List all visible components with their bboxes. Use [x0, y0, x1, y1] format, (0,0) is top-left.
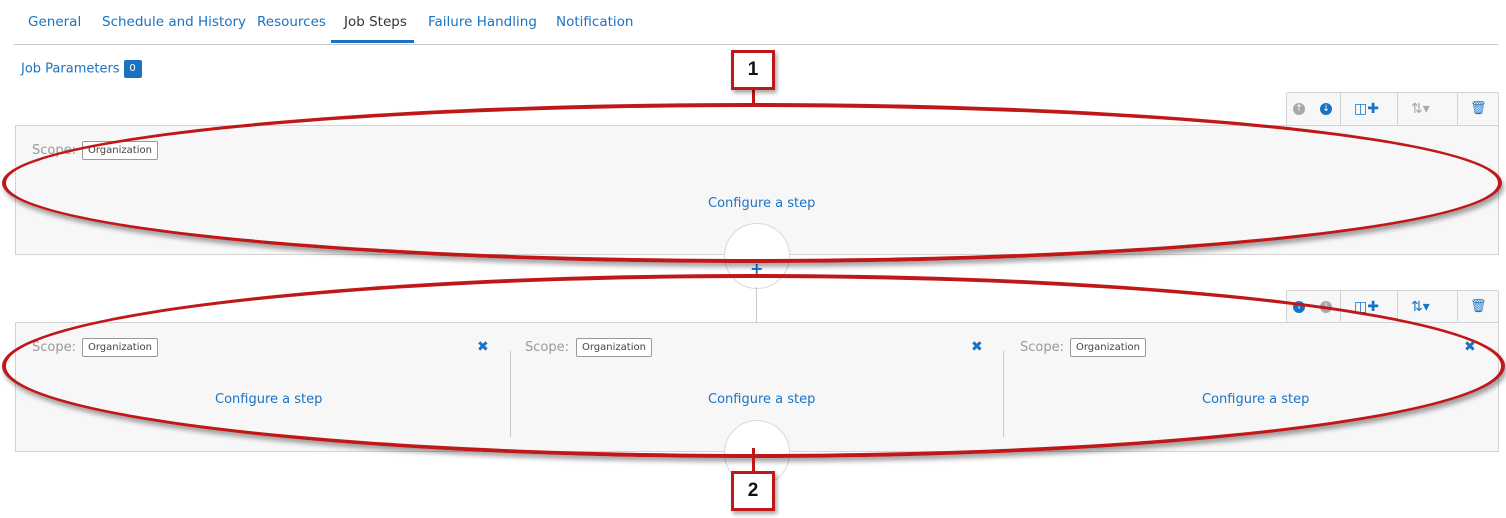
tab-bar: General Schedule and History Resources J…	[14, 0, 1498, 45]
job-parameters-count-badge: 0	[123, 60, 142, 78]
sort-group-2: ⇅▾	[1397, 291, 1458, 323]
annotation-callout-2: 2	[731, 471, 775, 511]
annotation-ellipse-2	[2, 274, 1505, 458]
delete-group-1: 🗑	[1457, 93, 1498, 125]
tab-failure-handling[interactable]: Failure Handling	[428, 0, 537, 43]
annotation-ellipse-1	[2, 103, 1502, 263]
annotation-leader-2	[752, 448, 755, 472]
job-parameters-label[interactable]: Job Parameters	[21, 62, 120, 77]
delete-group-2: 🗑	[1457, 291, 1498, 323]
move-up-icon[interactable]: ↑	[1293, 103, 1305, 115]
sort-icon[interactable]: ⇅▾	[1411, 299, 1430, 315]
tab-job-steps[interactable]: Job Steps	[344, 0, 407, 43]
tab-schedule-and-history[interactable]: Schedule and History	[102, 0, 246, 43]
tab-general[interactable]: General	[28, 0, 81, 43]
add-parallel-group-1: ◫✚	[1340, 93, 1398, 125]
annotation-leader-1	[752, 88, 755, 106]
active-tab-indicator	[331, 40, 414, 43]
annotation-callout-1: 1	[731, 50, 775, 90]
add-parallel-step-icon[interactable]: ◫✚	[1354, 101, 1379, 117]
move-group-1: ↑ ↓	[1287, 93, 1341, 125]
sort-group-1: ⇅▾	[1397, 93, 1458, 125]
tab-notification[interactable]: Notification	[556, 0, 633, 43]
move-down-icon[interactable]: ↓	[1320, 103, 1332, 115]
job-parameters-link[interactable]: Job Parameters 0	[21, 60, 142, 78]
tab-resources[interactable]: Resources	[257, 0, 326, 43]
delete-icon[interactable]: 🗑	[1470, 101, 1487, 117]
delete-icon[interactable]: 🗑	[1470, 299, 1487, 315]
sort-icon[interactable]: ⇅▾	[1411, 101, 1430, 117]
step-toolbar-1: ↑ ↓ ◫✚ ⇅▾ 🗑	[1286, 92, 1499, 125]
